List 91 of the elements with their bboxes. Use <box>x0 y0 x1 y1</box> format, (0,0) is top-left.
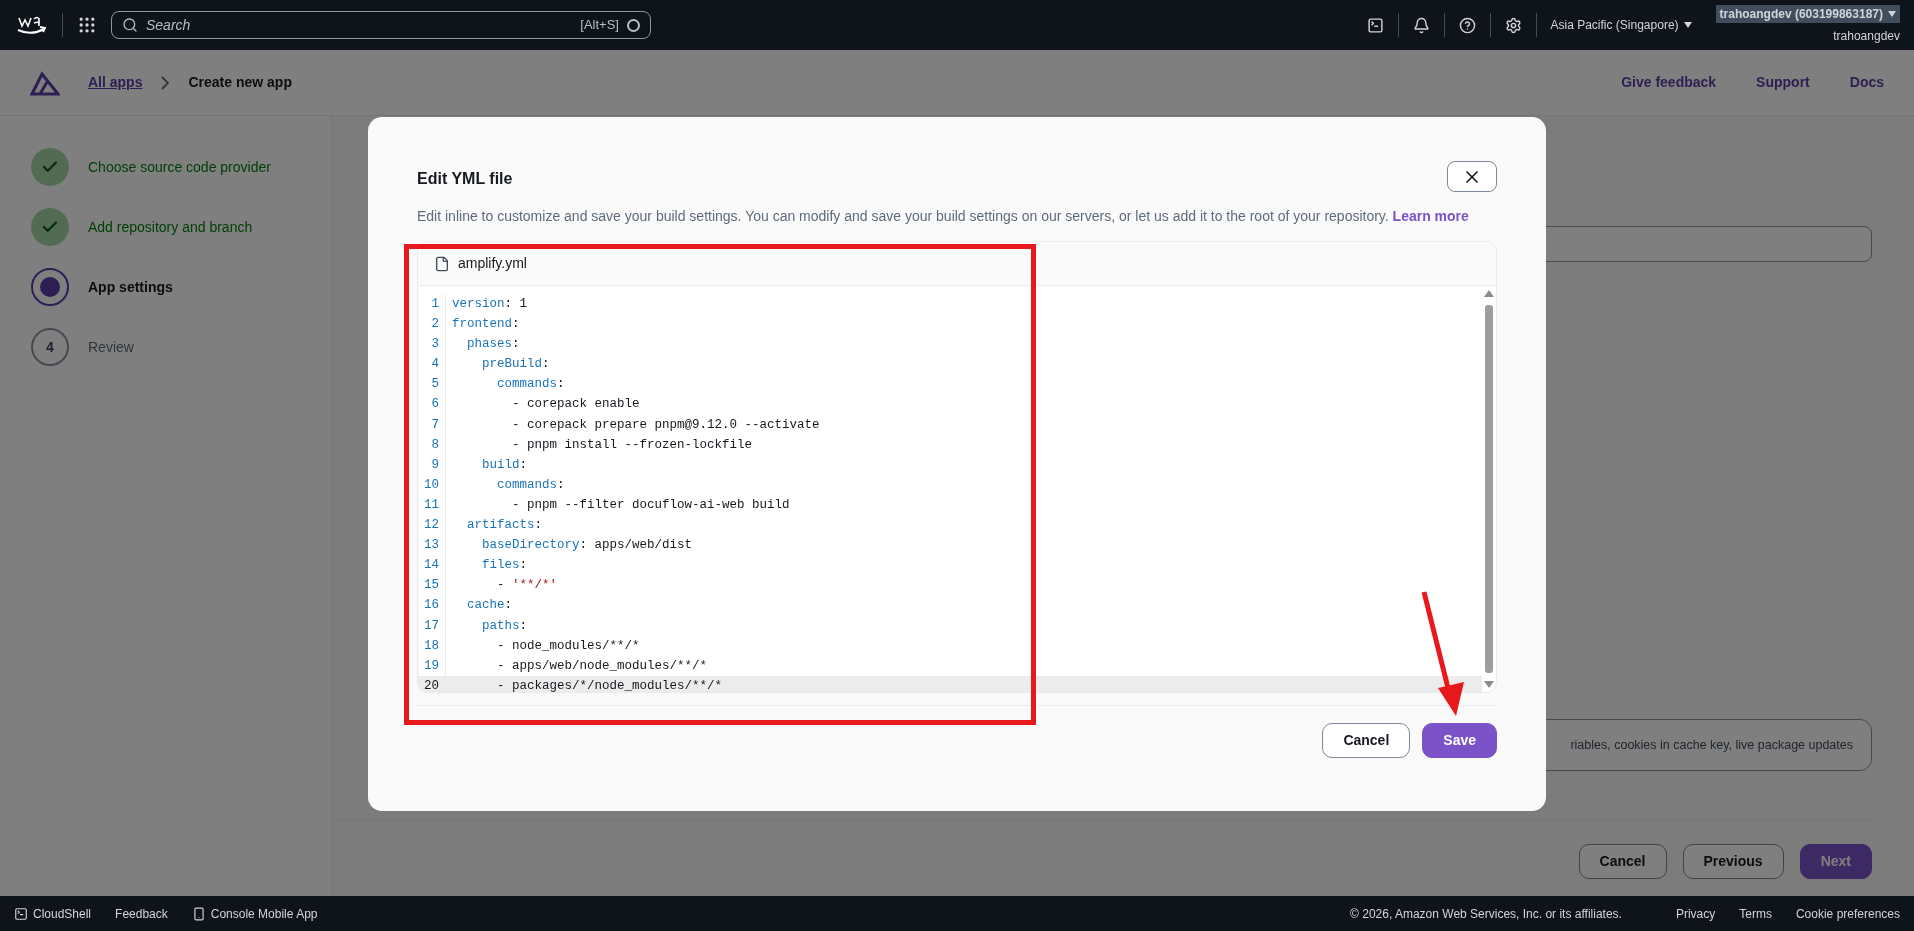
line-number: 3 <box>418 334 446 355</box>
line-number: 19 <box>418 655 446 676</box>
code-text: - '**/*' <box>496 577 559 595</box>
close-button[interactable] <box>1447 161 1497 192</box>
settings-icon[interactable] <box>1504 16 1522 34</box>
breadcrumb-link[interactable]: All apps <box>88 72 143 93</box>
step-label[interactable]: App settings <box>88 276 173 298</box>
code-text: cache: <box>466 597 514 615</box>
secondary-button[interactable]: Previous <box>1682 844 1784 879</box>
help-icon[interactable] <box>1458 16 1476 34</box>
footer-link[interactable]: Feedback <box>115 904 168 923</box>
copyright-text: © 2026, Amazon Web Services, Inc. or its affiliates. <box>1350 905 1622 923</box>
line-number: 15 <box>418 575 446 596</box>
search-input[interactable]: Search <box>146 14 573 36</box>
line-number: 11 <box>418 494 446 516</box>
code-text: files: <box>481 557 529 575</box>
line-number: 9 <box>418 454 446 475</box>
line-number: 13 <box>418 535 446 556</box>
region-selector[interactable]: Asia Pacific (Singapore) <box>1550 16 1692 34</box>
footer-link[interactable]: Terms <box>1739 904 1772 923</box>
code-text: artifacts: <box>466 517 544 535</box>
header-link[interactable]: Give feedback <box>1621 72 1717 93</box>
step-complete-icon <box>31 148 69 186</box>
phone-icon <box>191 906 206 921</box>
code-text: - corepack prepare pnpm@9.12.0 --activate <box>511 416 821 434</box>
search-icon <box>122 17 138 33</box>
terminal-icon <box>14 906 28 921</box>
code-text: baseDirectory: apps/web/dist <box>481 537 694 555</box>
step-current-icon <box>31 268 69 306</box>
footer-link[interactable]: CloudShell <box>14 904 92 923</box>
footer-link[interactable]: Privacy <box>1675 904 1716 923</box>
code-text: - pnpm install --frozen-lockfile <box>511 436 754 454</box>
search-field[interactable]: Search [Alt+S] <box>111 11 651 39</box>
modal-title: Edit YML file <box>417 168 513 189</box>
code-text: preBuild: <box>481 356 551 374</box>
step-label[interactable]: Add repository and branch <box>88 216 253 238</box>
code-text: - packages/*/node_modules/**/* <box>446 675 1482 692</box>
primary-button[interactable]: Save <box>1422 723 1497 758</box>
line-number: 18 <box>418 635 446 656</box>
secondary-button[interactable]: Cancel <box>1578 844 1667 879</box>
caret-icon <box>1888 11 1896 17</box>
clear-icon <box>627 18 640 32</box>
code-text: - node_modules/**/* <box>496 637 641 655</box>
footer-link[interactable]: Console Mobile App <box>191 904 318 923</box>
step-number: 4 <box>31 328 69 366</box>
line-number: 1 <box>418 294 446 315</box>
code-text: - corepack enable <box>511 396 641 414</box>
line-number: 6 <box>418 394 446 415</box>
code-text: paths: <box>481 617 529 635</box>
learn-more-link[interactable]: Learn more <box>1392 208 1469 224</box>
code-text: frontend: <box>451 316 521 334</box>
account-menu[interactable]: trahoangdev (603199863187) <box>1715 5 1900 23</box>
apps-grid-icon[interactable] <box>77 15 97 35</box>
line-number: 8 <box>418 434 446 455</box>
line-number: 12 <box>418 515 446 536</box>
code-text: - apps/web/node_modules/**/* <box>496 657 709 675</box>
code-text: - pnpm --filter docuflow-ai-web build <box>511 496 791 514</box>
step-complete-icon <box>31 208 69 246</box>
step-label[interactable]: Choose source code provider <box>88 156 271 178</box>
bell-icon[interactable] <box>1412 16 1430 34</box>
line-number: 10 <box>418 474 446 495</box>
file-icon <box>434 255 450 272</box>
line-number: 7 <box>418 414 446 435</box>
file-name: amplify.yml <box>458 254 527 273</box>
username: trahoangdev <box>1833 28 1900 45</box>
shortcut-hint: [Alt+S] <box>580 16 619 35</box>
header-link[interactable]: Support <box>1756 72 1810 93</box>
primary-button[interactable]: Next <box>1799 844 1872 879</box>
line-number: 14 <box>418 555 446 576</box>
line-number: 17 <box>418 615 446 636</box>
line-number: 20 <box>418 675 446 692</box>
line-number: 4 <box>418 354 446 375</box>
info-text: riables, cookies in cache key, live package updates <box>1570 736 1853 754</box>
code-text: version: 1 <box>451 296 529 313</box>
modal-description: Edit inline to customize and save your build settings. You can modify and save your build settings on our servers, or let us add it to the root of your repository. Learn more <box>417 207 1470 226</box>
step-label[interactable]: Review <box>88 336 134 358</box>
caret-icon <box>1683 22 1692 28</box>
line-number: 2 <box>418 314 446 335</box>
amplify-logo-icon[interactable] <box>30 69 60 96</box>
code-text: phases: <box>466 336 521 354</box>
secondary-button[interactable]: Cancel <box>1322 723 1411 758</box>
code-text: commands: <box>496 476 566 494</box>
code-text: build: <box>481 456 529 474</box>
line-number: 5 <box>418 374 446 395</box>
chevron-icon <box>161 75 170 90</box>
breadcrumb-current: Create new app <box>188 73 292 92</box>
footer-link[interactable]: Cookie preferences <box>1795 904 1900 923</box>
header-link[interactable]: Docs <box>1849 72 1884 93</box>
terminal-icon[interactable] <box>1366 16 1384 34</box>
line-number: 16 <box>418 595 446 616</box>
code-text: commands: <box>496 376 566 394</box>
